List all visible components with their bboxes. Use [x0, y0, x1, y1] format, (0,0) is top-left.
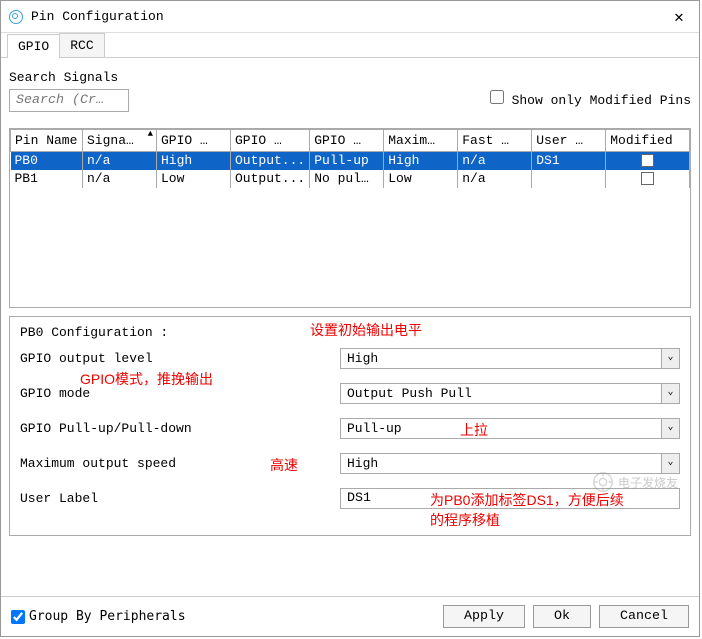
search-label: Search Signals	[9, 70, 691, 85]
watermark: 电子发烧友	[592, 471, 678, 493]
col-modified[interactable]: Modified	[606, 130, 690, 152]
mode-value: Output Push Pull	[341, 384, 661, 403]
mode-label: GPIO mode	[20, 386, 340, 401]
cancel-button[interactable]: Cancel	[599, 605, 689, 628]
col-gpio1[interactable]: GPIO …	[157, 130, 231, 152]
table-row[interactable]: PB0 n/a High Output... Pull-up High n/a …	[11, 152, 690, 170]
watermark-icon	[592, 471, 614, 493]
search-input[interactable]	[9, 89, 129, 112]
titlebar: Pin Configuration ✕	[1, 1, 699, 33]
chevron-down-icon: ⌄	[661, 384, 679, 403]
cell-max: High	[384, 152, 458, 170]
output-level-label: GPIO output level	[20, 351, 340, 366]
col-maxim[interactable]: Maxim…	[384, 130, 458, 152]
cell-pin: PB0	[11, 152, 83, 170]
cell-g3: No pul…	[310, 170, 384, 188]
mode-dropdown[interactable]: Output Push Pull ⌄	[340, 383, 680, 404]
col-pin-name[interactable]: Pin Name	[11, 130, 83, 152]
group-by-peripherals-checkbox[interactable]	[11, 610, 25, 624]
search-section: Search Signals Show only Modified Pins	[9, 70, 691, 112]
cell-max: Low	[384, 170, 458, 188]
cell-signal: n/a	[83, 170, 157, 188]
field-speed: Maximum output speed 高速 High ⌄	[20, 453, 680, 474]
table-header-row: Pin Name Signa…▲ GPIO … GPIO … GPIO … Ma…	[11, 130, 690, 152]
pull-label: GPIO Pull-up/Pull-down	[20, 421, 340, 436]
field-output-level: GPIO output level High ⌄	[20, 348, 680, 369]
col-fast[interactable]: Fast …	[458, 130, 532, 152]
user-label-label: User Label	[20, 491, 340, 506]
watermark-text: 电子发烧友	[618, 474, 678, 491]
annotation-output-level: 设置初始输出电平	[310, 320, 422, 340]
col-gpio2[interactable]: GPIO …	[231, 130, 310, 152]
cell-mod[interactable]	[606, 170, 690, 188]
annotation-user-label-1: 为PB0添加标签DS1，方便后续	[430, 490, 624, 510]
show-modified-checkbox-label[interactable]: Show only Modified Pins	[490, 90, 691, 108]
app-icon	[9, 10, 23, 24]
sort-icon: ▲	[148, 129, 153, 139]
field-pull: GPIO Pull-up/Pull-down Pull-up ⌄ 上拉	[20, 418, 680, 439]
output-level-dropdown[interactable]: High ⌄	[340, 348, 680, 369]
close-icon[interactable]: ✕	[667, 7, 691, 26]
config-panel: PB0 Configuration : 设置初始输出电平 GPIO output…	[9, 316, 691, 536]
annotation-user-label-2: 的程序移植	[430, 510, 500, 530]
tab-rcc[interactable]: RCC	[59, 33, 104, 57]
checkbox-icon[interactable]	[641, 172, 654, 185]
window: Pin Configuration ✕ GPIO RCC Search Sign…	[0, 0, 700, 637]
group-by-peripherals-text: Group By Peripherals	[29, 609, 186, 624]
cell-g2: Output...	[231, 170, 310, 188]
annotation-pull: 上拉	[460, 420, 488, 440]
show-modified-text: Show only Modified Pins	[512, 93, 691, 108]
ok-button[interactable]: Ok	[533, 605, 591, 628]
cell-g2: Output...	[231, 152, 310, 170]
col-signal[interactable]: Signa…▲	[83, 130, 157, 152]
window-title: Pin Configuration	[31, 9, 667, 24]
pull-dropdown[interactable]: Pull-up ⌄	[340, 418, 680, 439]
cell-fast: n/a	[458, 170, 532, 188]
chevron-down-icon: ⌄	[661, 419, 679, 438]
cell-g1: High	[157, 152, 231, 170]
pin-table: Pin Name Signa…▲ GPIO … GPIO … GPIO … Ma…	[9, 128, 691, 308]
col-gpio3[interactable]: GPIO …	[310, 130, 384, 152]
show-modified-checkbox[interactable]	[490, 90, 504, 104]
pull-value: Pull-up	[341, 419, 661, 438]
content-area: Search Signals Show only Modified Pins P…	[1, 58, 699, 596]
cell-user	[532, 170, 606, 188]
tab-gpio[interactable]: GPIO	[7, 34, 60, 58]
cell-g1: Low	[157, 170, 231, 188]
cell-mod[interactable]: ✓	[606, 152, 690, 170]
cell-g3: Pull-up	[310, 152, 384, 170]
group-by-peripherals-label[interactable]: Group By Peripherals	[11, 609, 435, 624]
chevron-down-icon: ⌄	[661, 349, 679, 368]
cell-fast: n/a	[458, 152, 532, 170]
table-row[interactable]: PB1 n/a Low Output... No pul… Low n/a	[11, 170, 690, 188]
apply-button[interactable]: Apply	[443, 605, 525, 628]
col-user[interactable]: User …	[532, 130, 606, 152]
cell-user: DS1	[532, 152, 606, 170]
field-mode: GPIO mode Output Push Pull ⌄	[20, 383, 680, 404]
cell-pin: PB1	[11, 170, 83, 188]
cell-signal: n/a	[83, 152, 157, 170]
footer: Group By Peripherals Apply Ok Cancel	[1, 596, 699, 636]
field-user-label: User Label 为PB0添加标签DS1，方便后续 的程序移植	[20, 488, 680, 509]
annotation-speed: 高速	[270, 455, 298, 475]
checkbox-icon[interactable]: ✓	[641, 154, 654, 167]
tab-bar: GPIO RCC	[1, 33, 699, 58]
output-level-value: High	[341, 349, 661, 368]
